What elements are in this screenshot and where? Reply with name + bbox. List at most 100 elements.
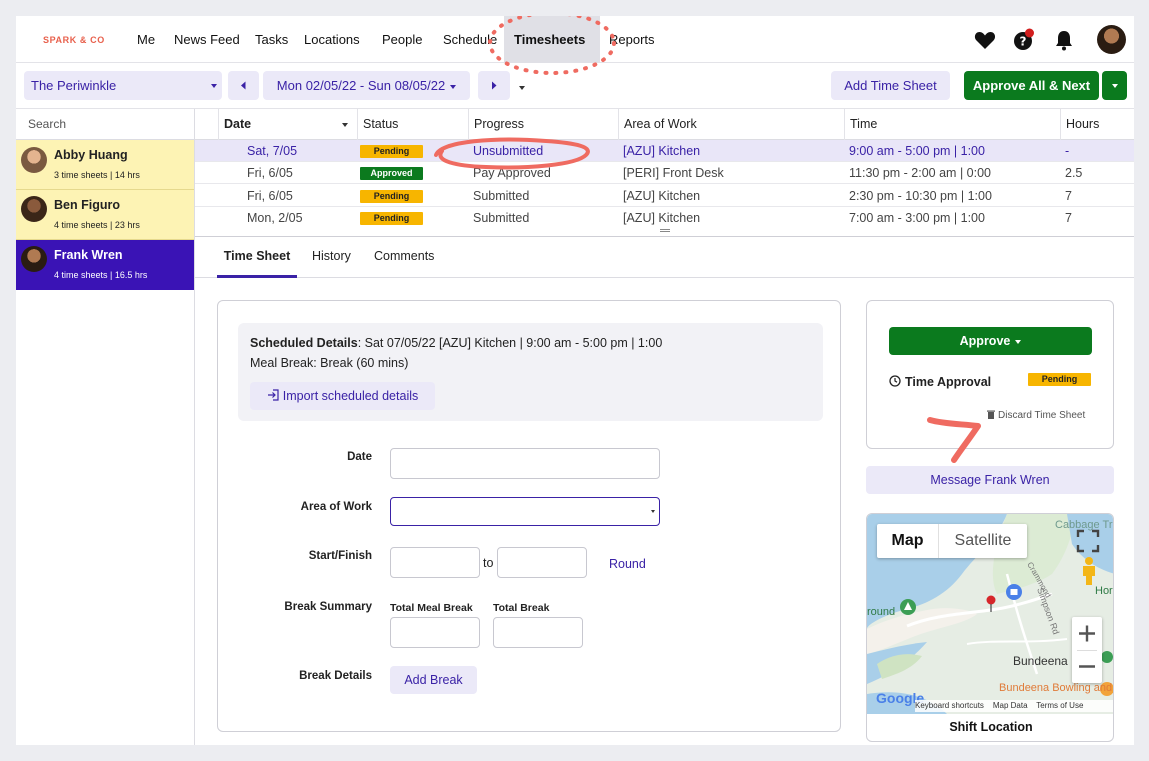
next-week-button[interactable] [478, 71, 510, 100]
area-of-work-select[interactable] [390, 497, 660, 526]
svg-text:?: ? [1020, 35, 1027, 49]
status-column-header[interactable]: Status [357, 109, 468, 140]
cell-time: 7:00 am - 3:00 pm | 1:00 [849, 211, 985, 225]
nav-people[interactable]: People [382, 16, 422, 63]
map-label-place: Bundeena Bowling and Sports Club [999, 682, 1114, 694]
zoom-in-icon[interactable] [1072, 617, 1102, 650]
map-tab[interactable]: Map [877, 524, 939, 558]
prev-week-button[interactable] [228, 71, 259, 100]
date-label: Date [347, 451, 372, 463]
cell-area: [PERI] Front Desk [623, 166, 724, 180]
shift-location-map: Cabbage Tree Point Crammond Simpson Rd r… [866, 513, 1114, 742]
app-window: SPARK & CO Me News Feed Tasks Locations … [16, 16, 1134, 745]
person-abby-huang[interactable]: Abby Huang 3 time sheets | 14 hrs [16, 140, 194, 190]
location-select-value: The Periwinkle [31, 78, 117, 93]
cell-time: 9:00 am - 5:00 pm | 1:00 [849, 144, 985, 158]
fullscreen-icon[interactable] [1073, 526, 1103, 556]
table-row[interactable]: Fri, 6/05 Approved Pay Approved [PERI] F… [195, 162, 1134, 184]
map-data-link[interactable]: Map Data [993, 701, 1028, 710]
table-header: Date Status Progress Area of Work Time H… [195, 109, 1134, 140]
person-frank-wren[interactable]: Frank Wren 4 time sheets | 16.5 hrs [16, 240, 194, 290]
total-meal-break-field[interactable] [390, 617, 480, 648]
date-field[interactable] [390, 448, 660, 479]
cell-hours: 2.5 [1065, 166, 1083, 180]
cell-progress: Submitted [473, 211, 530, 225]
avatar [21, 246, 47, 272]
zoom-out-icon[interactable] [1072, 650, 1102, 683]
nav-timesheets[interactable]: Timesheets [504, 16, 600, 90]
tab-time-sheet[interactable]: Time Sheet [217, 238, 297, 278]
table-row[interactable]: Sat, 7/05 Pending Unsubmitted [AZU] Kitc… [195, 140, 1134, 162]
map-label-place: round [867, 606, 895, 618]
cell-date: Sat, 7/05 [247, 144, 298, 158]
total-break-field[interactable] [493, 617, 583, 648]
search-input[interactable]: Search [16, 109, 194, 140]
date-range-value: Mon 02/05/22 - Sun 08/05/22 [276, 78, 446, 93]
status-badge: Pending [360, 145, 423, 158]
date-column-header[interactable]: Date [218, 109, 357, 140]
chevron-down-icon [651, 510, 655, 513]
approve-button[interactable]: Approve [889, 327, 1092, 355]
cell-area: [AZU] Kitchen [623, 144, 701, 158]
person-meta: 4 time sheets | 16.5 hrs [54, 270, 148, 280]
area-of-work-label: Area of Work [300, 501, 372, 513]
break-details-label: Break Details [299, 670, 372, 682]
table-row[interactable]: Fri, 6/05 Pending Submitted [AZU] Kitche… [195, 185, 1134, 207]
status-badge: Approved [360, 167, 423, 180]
time-column-header[interactable]: Time [844, 109, 1060, 140]
hours-column-header[interactable]: Hours [1060, 109, 1134, 140]
date-range-select[interactable]: Mon 02/05/22 - Sun 08/05/22 [263, 71, 470, 100]
bell-icon[interactable] [1052, 28, 1076, 52]
nav-locations[interactable]: Locations [304, 16, 360, 63]
resize-handle[interactable] [660, 229, 670, 232]
heart-icon[interactable] [973, 28, 997, 52]
timesheet-table: Date Status Progress Area of Work Time H… [195, 109, 1134, 237]
finish-time-field[interactable] [497, 547, 587, 578]
nav-schedule[interactable]: Schedule [443, 16, 497, 63]
tab-comments[interactable]: Comments [374, 238, 434, 278]
nav-reports[interactable]: Reports [609, 16, 655, 63]
map-label-place: Hor [1095, 585, 1113, 597]
zoom-control [1072, 617, 1102, 683]
discard-label: Discard Time Sheet [998, 410, 1086, 421]
tab-history[interactable]: History [312, 238, 351, 278]
message-frank-wren-button[interactable]: Message Frank Wren [866, 466, 1114, 494]
cell-progress: Submitted [473, 189, 530, 203]
approve-options-button[interactable] [1102, 71, 1127, 100]
person-meta: 4 time sheets | 23 hrs [54, 220, 140, 230]
person-ben-figuro[interactable]: Ben Figuro 4 time sheets | 23 hrs [16, 190, 194, 240]
add-time-sheet-button[interactable]: Add Time Sheet [831, 71, 950, 100]
add-break-button[interactable]: Add Break [390, 666, 477, 694]
nav-me[interactable]: Me [137, 16, 155, 63]
feedback-icon[interactable]: ? [1011, 28, 1035, 52]
nav-tasks[interactable]: Tasks [255, 16, 288, 63]
progress-column-header[interactable]: Progress [468, 109, 618, 140]
brand-logo: SPARK & CO [43, 35, 105, 45]
street-view-pegman-icon[interactable] [1078, 556, 1100, 586]
total-meal-break-label: Total Meal Break [390, 602, 473, 614]
avatar [21, 196, 47, 222]
area-column-header[interactable]: Area of Work [618, 109, 844, 140]
round-link[interactable]: Round [609, 557, 646, 571]
import-scheduled-details-button[interactable]: Import scheduled details [250, 382, 435, 410]
select-column-header[interactable] [195, 109, 218, 140]
people-panel: Search Abby Huang 3 time sheets | 14 hrs… [16, 109, 195, 745]
terms-of-use-link[interactable]: Terms of Use [1036, 701, 1083, 710]
approval-card: Approve Time Approval Pending Discard Ti… [866, 300, 1114, 449]
chevron-down-icon [1015, 339, 1022, 344]
approval-status-badge: Pending [1028, 373, 1091, 386]
cell-progress: Pay Approved [473, 166, 551, 180]
discard-time-sheet-link[interactable]: Discard Time Sheet [987, 410, 1085, 421]
avatar [21, 147, 47, 173]
satellite-tab[interactable]: Satellite [939, 524, 1027, 558]
location-select[interactable]: The Periwinkle [24, 71, 222, 100]
user-avatar[interactable] [1097, 25, 1126, 54]
scheduled-details-box: Scheduled Details: Sat 07/05/22 [AZU] Ki… [238, 323, 823, 421]
start-time-field[interactable] [390, 547, 480, 578]
cell-date: Fri, 6/05 [247, 189, 293, 203]
approve-all-next-button[interactable]: Approve All & Next [964, 71, 1099, 100]
trash-icon [987, 410, 995, 419]
table-row[interactable]: Mon, 2/05 Pending Submitted [AZU] Kitche… [195, 207, 1134, 229]
nav-news-feed[interactable]: News Feed [174, 16, 240, 63]
keyboard-shortcuts-link[interactable]: Keyboard shortcuts [915, 701, 984, 710]
